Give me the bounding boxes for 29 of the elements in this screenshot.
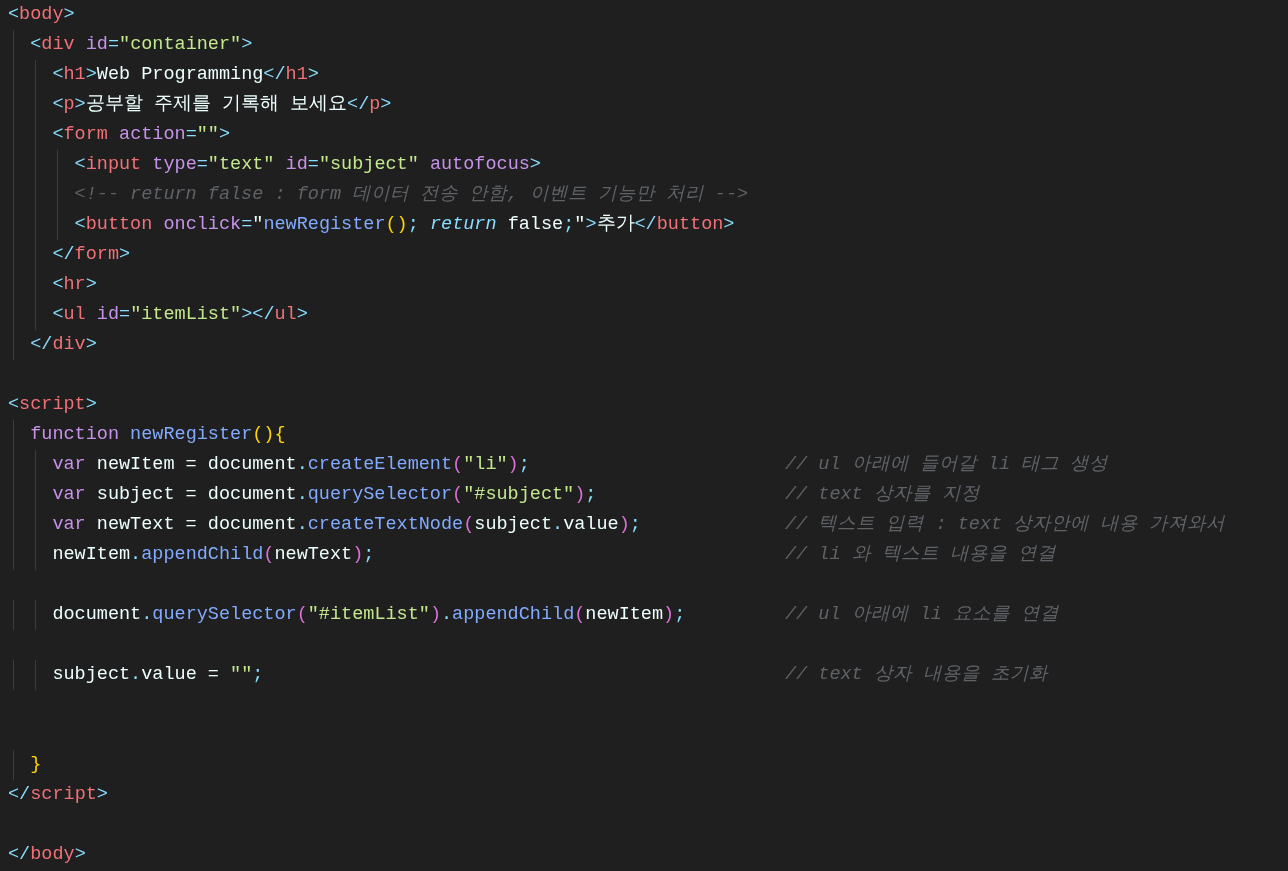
code-line: <p>공부할 주제를 기록해 보세요</p> [52,93,392,117]
code-line: var newText = document.createTextNode(subject.value); [52,513,641,537]
code-line: <script> [8,393,97,417]
code-line: <h1>Web Programming</h1> [52,63,319,87]
code-line: } [30,753,42,777]
code-comment: // ul 아래에 들어갈 li 태그 생성 [785,453,1109,477]
code-line: <ul id="itemList"></ul> [52,303,308,327]
code-comment: // li 와 텍스트 내용을 연결 [785,543,1056,567]
code-comment: // 텍스트 입력 : text 상자안에 내용 가져와서 [785,513,1226,537]
code-line: newItem.appendChild(newText); [52,543,375,567]
code-line: <button onclick="newRegister(); return false;">추가</button> [74,213,735,237]
code-line: </div> [30,333,97,357]
code-comment: // text 상자 내용을 초기화 [785,663,1048,687]
code-comment: // ul 아래에 li 요소를 연결 [785,603,1060,627]
code-comment: <!-- return false : form 데이터 전송 안함, 이벤트 기능만 처리 --> [74,183,749,207]
code-comment: // text 상자를 지정 [785,483,980,507]
code-line: </body> [8,843,86,867]
code-line: var newItem = document.createElement("li"); [52,453,530,477]
code-line: <body> [8,3,75,27]
code-line: </script> [8,783,108,807]
code-line: document.querySelector("#itemList").appendChild(newItem); [52,603,686,627]
code-line: <hr> [52,273,97,297]
code-line: <input type="text" id="subject" autofocus> [74,153,541,177]
code-line: <div id="container"> [30,33,253,57]
code-line: subject.value = ""; [52,663,264,687]
code-line: var subject = document.querySelector("#subject"); [52,483,597,507]
code-line: function newRegister(){ [30,423,286,447]
code-line: <form action=""> [52,123,231,147]
code-line: </form> [52,243,131,267]
